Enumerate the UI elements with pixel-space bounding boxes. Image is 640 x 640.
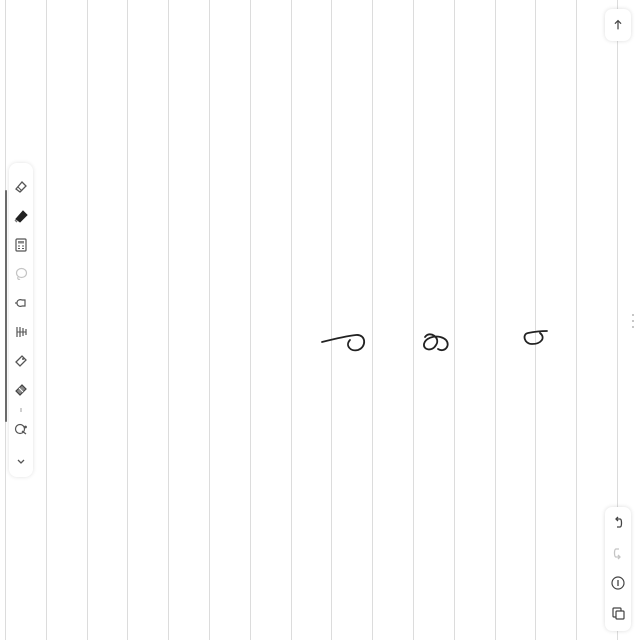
lasso-icon: [15, 267, 28, 280]
pen-icon: [14, 210, 28, 223]
handwriting-layer: [321, 330, 548, 352]
bottom-right-controls: [605, 507, 631, 631]
marker-tool-button[interactable]: [11, 380, 31, 400]
handwritten-digit-9: [523, 330, 548, 345]
text-tool-icon: [16, 327, 27, 337]
side-panel-handle[interactable]: [630, 312, 636, 330]
marker-icon: [15, 384, 27, 396]
shapes-tool-button[interactable]: [11, 293, 31, 313]
highlighter-tool-button[interactable]: [11, 351, 31, 371]
info-button[interactable]: [608, 572, 628, 594]
lasso-tool-button[interactable]: [11, 264, 31, 284]
handle-dot: [632, 314, 634, 316]
eraser-tool-button[interactable]: [11, 177, 31, 197]
eraser-icon: [15, 181, 27, 193]
settings-icon: [14, 423, 27, 435]
handle-dot: [632, 320, 634, 322]
calculator-icon: [15, 238, 27, 252]
scroll-to-top-button[interactable]: [605, 9, 631, 41]
copy-pages-icon: [612, 607, 625, 620]
handle-dot: [632, 326, 634, 328]
writing-canvas[interactable]: [0, 0, 640, 640]
pen-tool-button[interactable]: [11, 206, 31, 226]
handwritten-digit-8: [423, 333, 449, 352]
undo-button[interactable]: [608, 512, 628, 534]
redo-button[interactable]: [608, 542, 628, 564]
calculator-tool-button[interactable]: [11, 235, 31, 255]
undo-icon: [615, 516, 623, 528]
toolbar-divider: [20, 408, 22, 412]
arrow-up-icon: [614, 19, 622, 30]
shapes-icon: [15, 299, 26, 307]
settings-tool-button[interactable]: [11, 419, 31, 439]
left-scrollbar[interactable]: [5, 190, 7, 422]
pages-button[interactable]: [608, 602, 628, 624]
highlighter-icon: [15, 355, 27, 367]
expand-toolbar-button[interactable]: [11, 451, 31, 471]
redo-icon: [613, 548, 621, 560]
chevron-down-icon: [17, 459, 25, 464]
info-icon: [611, 576, 625, 590]
left-toolbar: [9, 163, 33, 477]
handwritten-digit-9: [321, 334, 366, 352]
text-tool-button[interactable]: [11, 322, 31, 342]
